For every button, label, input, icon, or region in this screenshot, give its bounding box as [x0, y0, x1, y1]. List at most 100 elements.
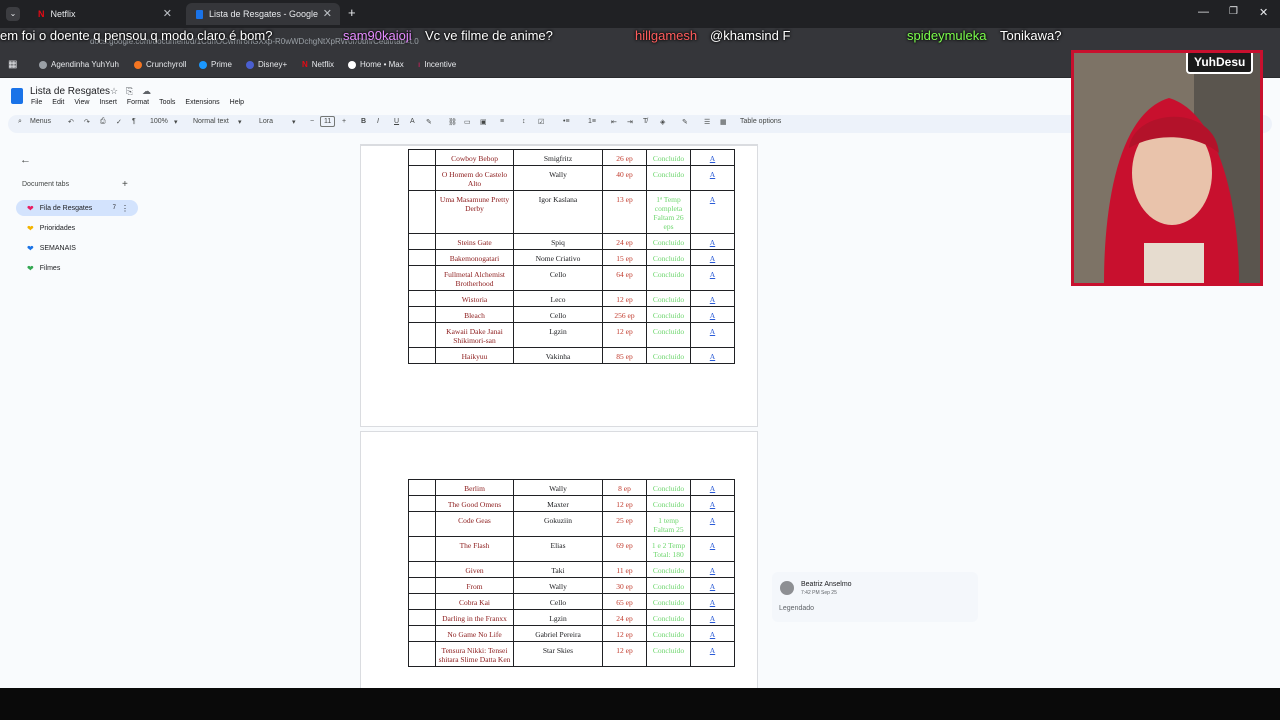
- increase-size-icon[interactable]: +: [342, 118, 346, 125]
- requester-cell[interactable]: Nome Criativo: [513, 249, 603, 266]
- fill-color-icon[interactable]: ◈: [660, 118, 665, 126]
- title-cell[interactable]: Steins Gate: [435, 233, 514, 250]
- menu-file[interactable]: File: [31, 99, 42, 106]
- decrease-size-icon[interactable]: −: [310, 118, 314, 125]
- link-cell[interactable]: A: [690, 641, 735, 667]
- episodes-cell[interactable]: 11 ep: [602, 561, 647, 578]
- undo-icon[interactable]: ↶: [68, 118, 74, 126]
- episodes-cell[interactable]: 12 ep: [602, 322, 647, 348]
- requester-cell[interactable]: Leco: [513, 290, 603, 307]
- comment-icon[interactable]: ▭: [464, 118, 471, 126]
- title-cell[interactable]: Uma Masamune Pretty Derby: [435, 190, 514, 234]
- status-cell[interactable]: Concluído: [646, 347, 691, 364]
- comment-card[interactable]: Beatriz Anselmo 7:42 PM Sep 25 Legendado: [772, 572, 978, 622]
- link-icon[interactable]: ⛓: [448, 118, 457, 126]
- title-cell[interactable]: Wistoria: [435, 290, 514, 307]
- status-cell[interactable]: Concluído: [646, 249, 691, 266]
- menu-format[interactable]: Format: [127, 99, 149, 106]
- requester-cell[interactable]: Cello: [513, 265, 603, 291]
- style-select[interactable]: Normal text: [193, 118, 229, 125]
- star-icon[interactable]: ☆: [110, 86, 118, 97]
- row-blank-cell[interactable]: [408, 265, 436, 291]
- requester-cell[interactable]: Smigfritz: [513, 149, 603, 166]
- title-cell[interactable]: Tensura Nikki: Tensei shitara Slime Datt…: [435, 641, 514, 667]
- episodes-cell[interactable]: 12 ep: [602, 495, 647, 512]
- paint-format-icon[interactable]: ¶: [132, 118, 136, 125]
- align-icon[interactable]: ≡: [500, 118, 504, 125]
- bookmark-prime[interactable]: Prime: [199, 60, 232, 69]
- status-cell[interactable]: Concluído: [646, 306, 691, 323]
- link-cell[interactable]: A: [690, 233, 735, 250]
- title-cell[interactable]: Cobra Kai: [435, 593, 514, 610]
- status-cell[interactable]: Concluído: [646, 577, 691, 594]
- title-cell[interactable]: Code Geas: [435, 511, 514, 537]
- episodes-cell[interactable]: 13 ep: [602, 190, 647, 234]
- redo-icon[interactable]: ↷: [84, 118, 90, 126]
- text-color-icon[interactable]: A: [410, 118, 415, 125]
- link-cell[interactable]: A: [690, 609, 735, 626]
- row-blank-cell[interactable]: [408, 511, 436, 537]
- docs-logo-icon[interactable]: [11, 88, 23, 104]
- link-cell[interactable]: A: [690, 190, 735, 234]
- horizontal-ruler[interactable]: [360, 137, 758, 145]
- episodes-cell[interactable]: 65 ep: [602, 593, 647, 610]
- tab-list-icon[interactable]: ⌄: [6, 7, 20, 21]
- status-cell[interactable]: Concluído: [646, 479, 691, 496]
- episodes-cell[interactable]: 24 ep: [602, 609, 647, 626]
- row-blank-cell[interactable]: [408, 347, 436, 364]
- title-cell[interactable]: Fullmetal Alchemist Brotherhood: [435, 265, 514, 291]
- row-blank-cell[interactable]: [408, 561, 436, 578]
- title-cell[interactable]: Berlim: [435, 479, 514, 496]
- link-cell[interactable]: A: [690, 577, 735, 594]
- status-cell[interactable]: 1 temp Faltam 25: [646, 511, 691, 537]
- status-cell[interactable]: 1ª Temp completa Faltam 26 eps: [646, 190, 691, 234]
- menu-insert[interactable]: Insert: [99, 99, 117, 106]
- browser-tab-netflix[interactable]: N Netflix ✕: [28, 3, 180, 25]
- increase-indent-icon[interactable]: ⇥: [627, 118, 633, 126]
- table-options-button[interactable]: Table options: [740, 118, 781, 125]
- sidebar-item-fila-de-resgates[interactable]: ❤ Fila de Resgates 7 ⋮: [16, 200, 138, 216]
- row-blank-cell[interactable]: [408, 249, 436, 266]
- underline-icon[interactable]: U: [394, 118, 399, 125]
- sidebar-item-filmes[interactable]: ❤ Filmes: [16, 260, 138, 276]
- episodes-cell[interactable]: 25 ep: [602, 511, 647, 537]
- row-blank-cell[interactable]: [408, 577, 436, 594]
- doc-page-1[interactable]: Cowboy Bebop Smigfritz 26 ep Concluído A O Ho…: [360, 145, 758, 427]
- menu-edit[interactable]: Edit: [52, 99, 64, 106]
- spellcheck-icon[interactable]: ✓: [116, 118, 122, 126]
- more-icon[interactable]: ⋮: [121, 204, 129, 213]
- link-cell[interactable]: A: [690, 479, 735, 496]
- numbered-list-icon[interactable]: 1≡: [588, 118, 596, 125]
- title-cell[interactable]: No Game No Life: [435, 625, 514, 642]
- link-cell[interactable]: A: [690, 265, 735, 291]
- link-cell[interactable]: A: [690, 347, 735, 364]
- bookmark-agendinha[interactable]: Agendinha YuhYuh: [39, 60, 119, 69]
- status-cell[interactable]: Concluído: [646, 495, 691, 512]
- row-blank-cell[interactable]: [408, 625, 436, 642]
- bullet-list-icon[interactable]: •≡: [563, 118, 570, 125]
- new-tab-button[interactable]: +: [348, 5, 356, 20]
- row-blank-cell[interactable]: [408, 479, 436, 496]
- episodes-cell[interactable]: 12 ep: [602, 641, 647, 667]
- menu-help[interactable]: Help: [230, 99, 244, 106]
- font-size-input[interactable]: 11: [320, 116, 336, 127]
- zoom-select[interactable]: 100%: [150, 118, 168, 125]
- row-blank-cell[interactable]: [408, 322, 436, 348]
- requester-cell[interactable]: Gabriel Pereira: [513, 625, 603, 642]
- status-cell[interactable]: Concluído: [646, 625, 691, 642]
- episodes-cell[interactable]: 15 ep: [602, 249, 647, 266]
- requester-cell[interactable]: Wally: [513, 577, 603, 594]
- bookmark-disney[interactable]: Disney+: [246, 60, 287, 69]
- row-blank-cell[interactable]: [408, 233, 436, 250]
- requester-cell[interactable]: Spiq: [513, 233, 603, 250]
- status-cell[interactable]: Concluído: [646, 290, 691, 307]
- status-cell[interactable]: Concluído: [646, 641, 691, 667]
- bookmark-netflix[interactable]: N Netflix: [302, 60, 334, 69]
- link-cell[interactable]: A: [690, 249, 735, 266]
- move-icon[interactable]: ⎘: [126, 86, 133, 97]
- link-cell[interactable]: A: [690, 511, 735, 537]
- row-blank-cell[interactable]: [408, 609, 436, 626]
- row-blank-cell[interactable]: [408, 495, 436, 512]
- bold-icon[interactable]: B: [361, 118, 366, 125]
- link-cell[interactable]: A: [690, 306, 735, 323]
